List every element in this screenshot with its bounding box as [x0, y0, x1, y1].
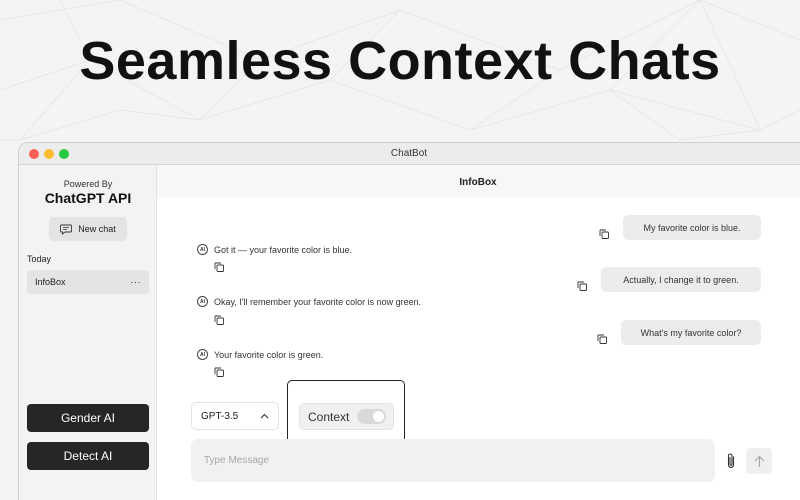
chat-title: InfoBox	[459, 177, 497, 188]
send-button[interactable]	[746, 448, 772, 474]
powered-by-label: Powered By	[63, 179, 113, 189]
chatbot-window: ChatBot Powered By ChatGPT API New chat …	[18, 142, 800, 500]
section-label-today: Today	[27, 254, 52, 264]
title-bar: ChatBot	[19, 143, 800, 165]
assistant-message: Okay, I'll remember your favorite color …	[214, 297, 422, 307]
chat-bubble-icon	[60, 224, 73, 235]
context-toggle-switch[interactable]	[357, 409, 387, 424]
copy-icon[interactable]	[214, 367, 224, 377]
user-message: My favorite color is blue.	[623, 215, 761, 240]
copy-icon[interactable]	[214, 262, 224, 272]
sidebar: Powered By ChatGPT API New chat Today In…	[19, 165, 157, 500]
window-title: ChatBot	[390, 148, 428, 159]
copy-icon[interactable]	[577, 281, 587, 291]
user-message: What's my favorite color?	[621, 320, 761, 345]
paperclip-icon[interactable]	[724, 452, 738, 470]
gender-ai-button[interactable]: Gender AI	[27, 404, 149, 432]
copy-icon[interactable]	[597, 334, 607, 344]
detect-ai-button[interactable]: Detect AI	[27, 442, 149, 470]
user-message: Actually, I change it to green.	[601, 267, 761, 292]
ai-icon: AI	[197, 349, 208, 360]
model-select-value: GPT-3.5	[201, 410, 239, 422]
chat-item-label: InfoBox	[35, 277, 66, 287]
assistant-message: Your favorite color is green.	[214, 350, 324, 360]
brand-name: ChatGPT API	[44, 190, 132, 206]
new-chat-button[interactable]: New chat	[49, 217, 127, 241]
chevron-up-icon	[260, 413, 269, 419]
ai-icon: AI	[197, 296, 208, 307]
ellipsis-icon[interactable]: ···	[131, 277, 142, 287]
assistant-message: Got it — your favorite color is blue.	[214, 245, 353, 255]
arrow-up-icon	[754, 455, 764, 467]
copy-icon[interactable]	[214, 315, 224, 325]
copy-icon[interactable]	[599, 229, 609, 239]
context-label: Context	[308, 409, 350, 424]
ai-icon: AI	[197, 244, 208, 255]
chat-list-item[interactable]: InfoBox ···	[27, 270, 149, 294]
model-select[interactable]: GPT-3.5	[191, 402, 279, 430]
headline: Seamless Context Chats	[79, 31, 721, 91]
context-toggle-control[interactable]: Context	[299, 403, 394, 430]
message-input[interactable]	[191, 439, 715, 482]
new-chat-label: New chat	[78, 224, 116, 234]
